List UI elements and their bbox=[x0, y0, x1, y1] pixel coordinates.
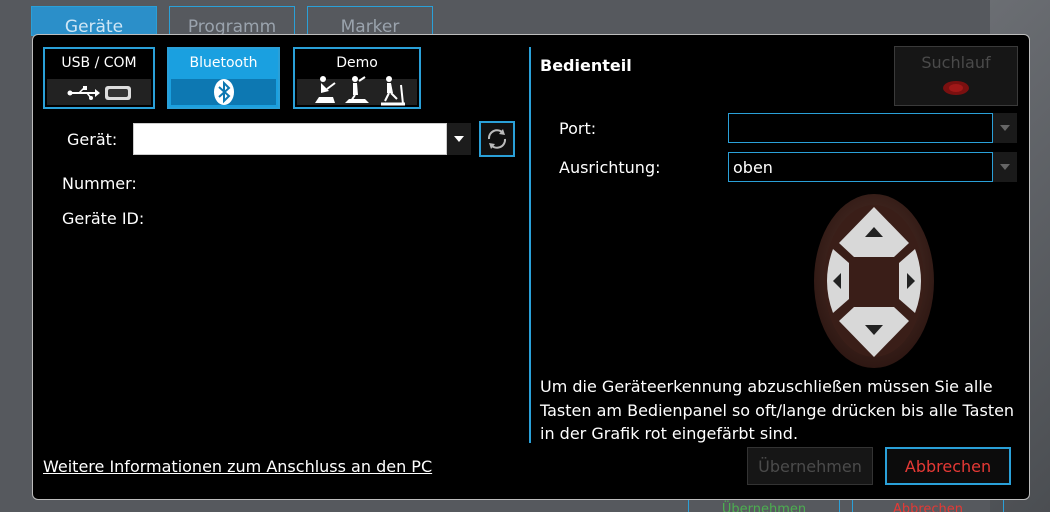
usb-com-label: USB / COM bbox=[61, 55, 137, 71]
port-label: Port: bbox=[559, 119, 597, 138]
bluetooth-button[interactable]: Bluetooth bbox=[167, 47, 280, 109]
search-button[interactable]: Suchlauf bbox=[894, 46, 1018, 106]
search-label: Suchlauf bbox=[921, 53, 991, 72]
device-id-label: Geräte ID: bbox=[62, 209, 145, 228]
fitness-devices-icon bbox=[315, 76, 405, 106]
bluetooth-icon bbox=[214, 79, 234, 105]
refresh-button[interactable] bbox=[479, 121, 515, 157]
device-connection-dialog: USB / COM Bluetooth Demo Gerät: Nummer: … bbox=[32, 34, 1030, 500]
usb-serial-icon bbox=[67, 86, 131, 100]
orientation-select-field[interactable]: oben bbox=[728, 152, 993, 182]
instruction-text: Um die Geräteerkennung abzuschließen müs… bbox=[540, 377, 1015, 443]
chevron-down-icon[interactable] bbox=[993, 152, 1017, 182]
device-select-field[interactable] bbox=[133, 123, 447, 155]
section-divider bbox=[529, 47, 531, 443]
orientation-select[interactable]: oben bbox=[728, 152, 1017, 182]
orientation-label: Ausrichtung: bbox=[559, 158, 661, 177]
chevron-down-icon[interactable] bbox=[993, 113, 1017, 143]
chevron-down-icon[interactable] bbox=[447, 123, 471, 155]
background-cancel-button[interactable]: Abbrechen bbox=[852, 498, 1004, 512]
search-indicator-icon bbox=[943, 81, 969, 95]
background-apply-button[interactable]: Übernehmen bbox=[688, 498, 840, 512]
cancel-button[interactable]: Abbrechen bbox=[885, 447, 1011, 485]
panel-title: Bedienteil bbox=[540, 56, 632, 75]
device-label: Gerät: bbox=[67, 130, 118, 149]
demo-label: Demo bbox=[336, 55, 378, 71]
control-panel-graphic bbox=[814, 194, 934, 368]
device-select[interactable] bbox=[133, 123, 471, 155]
tab-marker[interactable]: Marker bbox=[307, 6, 433, 36]
more-info-link[interactable]: Weitere Informationen zum Anschluss an d… bbox=[43, 457, 432, 476]
apply-button[interactable]: Übernehmen bbox=[747, 447, 873, 485]
refresh-icon bbox=[487, 129, 507, 149]
bluetooth-label: Bluetooth bbox=[189, 55, 258, 71]
number-label: Nummer: bbox=[62, 174, 137, 193]
tab-programm[interactable]: Programm bbox=[169, 6, 295, 36]
port-select-field[interactable] bbox=[728, 113, 993, 143]
tab-geraete[interactable]: Geräte bbox=[31, 6, 157, 36]
usb-com-button[interactable]: USB / COM bbox=[43, 47, 155, 109]
demo-button[interactable]: Demo bbox=[293, 47, 421, 109]
port-select[interactable] bbox=[728, 113, 1017, 143]
